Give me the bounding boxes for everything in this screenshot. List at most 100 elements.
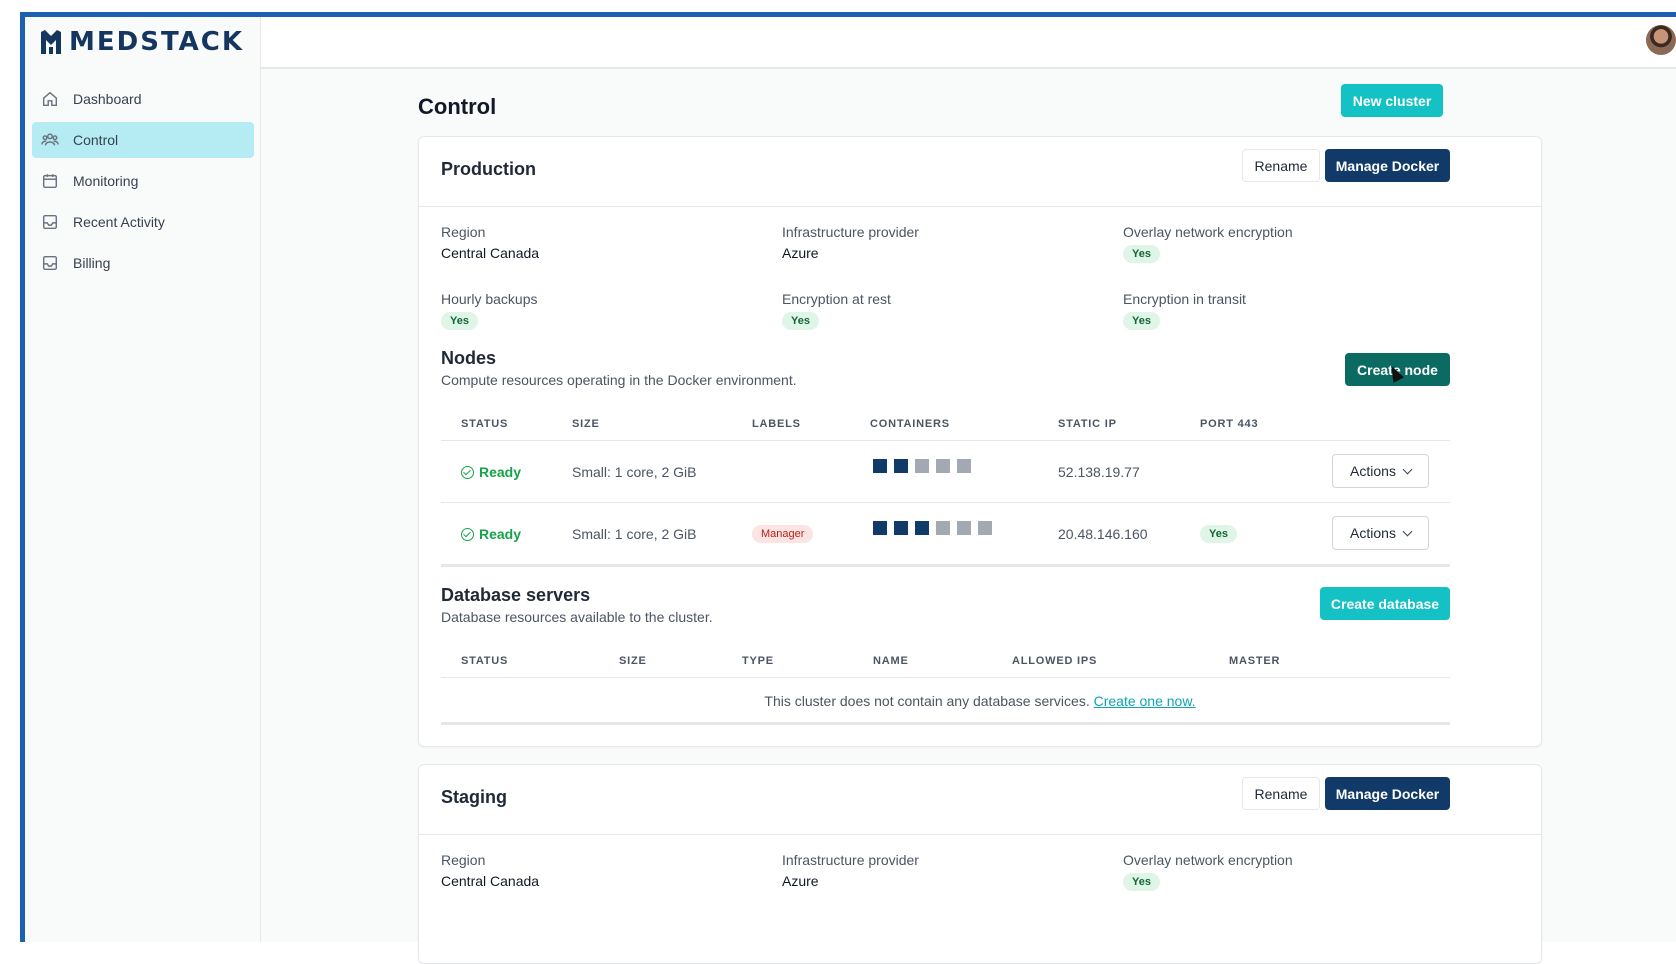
- rename-button[interactable]: Rename: [1242, 777, 1320, 810]
- create-one-now-link[interactable]: Create one now.: [1094, 693, 1196, 709]
- sidebar-item-billing[interactable]: Billing: [32, 245, 254, 281]
- sidebar-item-control[interactable]: Control: [32, 122, 254, 158]
- node-containers: [873, 459, 971, 473]
- node-size: Small: 1 core, 2 GiB: [572, 526, 697, 542]
- container-slot: [957, 459, 971, 473]
- node-size: Small: 1 core, 2 GiB: [572, 464, 697, 480]
- overlay-encryption-label: Overlay network encryption: [1123, 852, 1293, 868]
- hourly-backups-badge: Yes: [441, 312, 478, 330]
- sidebar-item-dashboard[interactable]: Dashboard: [32, 81, 254, 117]
- node-status-text: Ready: [479, 526, 522, 542]
- col-header-size: SIZE: [572, 418, 600, 430]
- sidebar-item-monitoring[interactable]: Monitoring: [32, 163, 254, 199]
- chevron-down-icon: [1402, 464, 1413, 474]
- users-icon: [41, 131, 59, 149]
- db-col-header-status: STATUS: [461, 655, 509, 667]
- node-status: Ready: [461, 526, 521, 542]
- home-icon: [41, 90, 59, 108]
- container-running: [873, 459, 887, 473]
- new-cluster-button[interactable]: New cluster: [1341, 84, 1443, 117]
- col-header-static-ip: STATIC IP: [1058, 418, 1117, 430]
- calendar-icon: [41, 172, 59, 190]
- db-empty-message: This cluster does not contain any databa…: [419, 693, 1541, 709]
- inbox-icon: [41, 213, 59, 231]
- container-slot: [957, 521, 971, 535]
- sidebar-item-label: Monitoring: [73, 173, 139, 189]
- region-label: Region: [441, 224, 486, 240]
- database-servers-title: Database servers: [441, 585, 591, 605]
- manage-docker-button[interactable]: Manage Docker: [1325, 777, 1450, 810]
- nodes-subtitle: Compute resources operating in the Docke…: [441, 372, 797, 388]
- medstack-logo-icon: [41, 30, 61, 54]
- encryption-transit-badge: Yes: [1123, 312, 1160, 330]
- table-divider: [441, 677, 1450, 678]
- container-slot: [936, 521, 950, 535]
- overlay-encryption-badge: Yes: [1123, 873, 1160, 891]
- col-header-status: STATUS: [461, 418, 509, 430]
- manage-docker-button[interactable]: Manage Docker: [1325, 149, 1450, 182]
- region-label: Region: [441, 852, 486, 868]
- actions-label: Actions: [1350, 463, 1396, 479]
- region-value: Central Canada: [441, 873, 540, 889]
- encryption-transit-label: Encryption in transit: [1123, 291, 1246, 307]
- container-running: [873, 521, 887, 535]
- db-empty-text: This cluster does not contain any databa…: [764, 693, 1090, 709]
- sidebar-item-label: Billing: [73, 255, 111, 271]
- node-status: Ready: [461, 464, 521, 480]
- cluster-card-header: Staging Rename Manage Docker: [419, 765, 1541, 835]
- cluster-card-staging: Staging Rename Manage Docker Region Cent…: [418, 764, 1542, 964]
- encryption-rest-badge: Yes: [782, 312, 819, 330]
- col-header-port-443: PORT 443: [1200, 418, 1259, 430]
- app-window: MEDSTACK Dashboard Control Monitoring Re…: [0, 0, 1676, 964]
- overlay-encryption-label: Overlay network encryption: [1123, 224, 1293, 240]
- table-divider: [441, 502, 1450, 503]
- node-static-ip: 20.48.146.160: [1058, 526, 1148, 542]
- db-col-header-allowed-ips: ALLOWED IPS: [1012, 655, 1098, 667]
- db-col-header-size: SIZE: [619, 655, 647, 667]
- container-running: [915, 521, 929, 535]
- encryption-rest-label: Encryption at rest: [782, 291, 891, 307]
- provider-value: Azure: [782, 873, 819, 889]
- container-running: [894, 521, 908, 535]
- sidebar-item-recent-activity[interactable]: Recent Activity: [32, 204, 254, 240]
- col-header-labels: LABELS: [752, 418, 801, 430]
- create-database-button[interactable]: Create database: [1320, 587, 1450, 620]
- chevron-down-icon: [1402, 526, 1413, 536]
- db-col-header-master: MASTER: [1229, 655, 1281, 667]
- sidebar-item-label: Recent Activity: [73, 214, 165, 230]
- logo[interactable]: MEDSTACK: [39, 27, 244, 57]
- node-actions-dropdown[interactable]: Actions: [1332, 454, 1429, 488]
- hourly-backups-label: Hourly backups: [441, 291, 538, 307]
- cluster-card-header: Production Rename Manage Docker: [419, 137, 1541, 207]
- database-servers-subtitle: Database resources available to the clus…: [441, 609, 713, 625]
- node-actions-dropdown[interactable]: Actions: [1332, 516, 1429, 550]
- table-bottom-border: [441, 722, 1450, 725]
- db-col-header-type: TYPE: [742, 655, 774, 667]
- provider-label: Infrastructure provider: [782, 852, 919, 868]
- sidebar-item-label: Control: [73, 132, 119, 148]
- sidebar-nav: Dashboard Control Monitoring Recent Acti…: [32, 81, 254, 286]
- user-avatar[interactable]: [1646, 25, 1676, 55]
- container-slot: [978, 521, 992, 535]
- port-443-badge: Yes: [1200, 525, 1237, 543]
- logo-text: MEDSTACK: [69, 27, 245, 57]
- rename-button[interactable]: Rename: [1242, 149, 1320, 182]
- nodes-title: Nodes: [441, 348, 497, 368]
- check-circle-icon: [461, 527, 474, 541]
- overlay-encryption-badge: Yes: [1123, 245, 1160, 263]
- sidebar: MEDSTACK Dashboard Control Monitoring Re…: [25, 17, 261, 942]
- manager-label-badge: Manager: [752, 525, 814, 543]
- cluster-name: Production: [441, 159, 536, 179]
- top-bar: [261, 17, 1676, 69]
- table-divider: [441, 440, 1450, 441]
- region-value: Central Canada: [441, 245, 540, 261]
- table-bottom-border: [441, 564, 1450, 567]
- sidebar-item-label: Dashboard: [73, 91, 142, 107]
- node-containers: [873, 521, 992, 535]
- main-content: Control New cluster Production Rename Ma…: [261, 69, 1676, 964]
- provider-label: Infrastructure provider: [782, 224, 919, 240]
- actions-label: Actions: [1350, 525, 1396, 541]
- check-circle-icon: [461, 465, 474, 479]
- container-slot: [915, 459, 929, 473]
- cluster-card-production: Production Rename Manage Docker Region C…: [418, 136, 1542, 747]
